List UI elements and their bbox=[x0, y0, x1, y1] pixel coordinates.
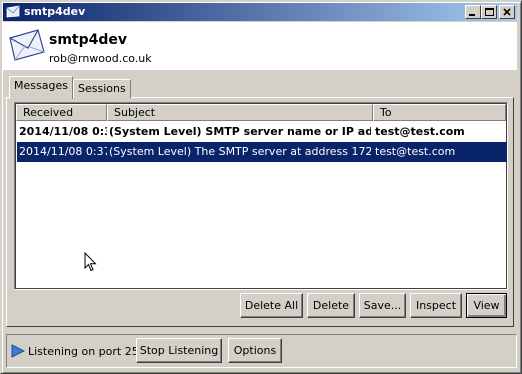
options-button[interactable]: Options bbox=[228, 338, 282, 363]
cell-to: test@test.com bbox=[375, 145, 456, 158]
column-header-to[interactable]: To bbox=[373, 104, 506, 121]
minimize-button[interactable] bbox=[465, 5, 481, 19]
close-button[interactable] bbox=[499, 5, 515, 19]
maximize-button[interactable] bbox=[481, 5, 497, 19]
stop-listening-button[interactable]: Stop Listening bbox=[136, 338, 222, 363]
cell-received: 2014/11/08 0:37 bbox=[19, 145, 107, 158]
window-title: smtp4dev bbox=[24, 5, 86, 18]
cell-received: 2014/11/08 0:37 bbox=[19, 125, 107, 138]
table-row[interactable]: 2014/11/08 0:37 (System Level) The SMTP … bbox=[17, 142, 507, 162]
delete-button[interactable]: Delete bbox=[307, 293, 355, 318]
mouse-cursor-icon bbox=[84, 251, 97, 275]
envelope-icon bbox=[8, 28, 46, 65]
minimize-icon bbox=[469, 14, 475, 16]
cell-subject: (System Level) The SMTP server at addres… bbox=[109, 145, 371, 158]
title-bar[interactable]: smtp4dev bbox=[3, 3, 517, 21]
user-email: rob@rnwood.co.uk bbox=[49, 52, 152, 65]
column-header-received[interactable]: Received bbox=[16, 104, 107, 121]
table-row[interactable]: 2014/11/08 0:37 (System Level) SMTP serv… bbox=[17, 122, 507, 142]
maximize-icon bbox=[485, 8, 494, 16]
app-name: smtp4dev bbox=[49, 32, 128, 48]
listening-status: Listening on port 25 bbox=[28, 345, 139, 358]
view-button[interactable]: View bbox=[466, 293, 507, 318]
tab-sessions[interactable]: Sessions bbox=[73, 79, 131, 98]
inspect-button[interactable]: Inspect bbox=[410, 293, 462, 318]
envelope-icon bbox=[6, 5, 20, 18]
app-header: smtp4dev rob@rnwood.co.uk bbox=[3, 22, 517, 70]
cell-to: test@test.com bbox=[375, 125, 465, 138]
play-icon bbox=[11, 344, 26, 361]
delete-all-button[interactable]: Delete All bbox=[240, 293, 303, 318]
cell-subject: (System Level) SMTP server name or IP ad… bbox=[109, 125, 371, 138]
close-icon bbox=[503, 8, 511, 16]
column-header-subject[interactable]: Subject bbox=[107, 104, 373, 121]
tab-messages[interactable]: Messages bbox=[9, 76, 73, 99]
save-button[interactable]: Save... bbox=[359, 293, 406, 318]
